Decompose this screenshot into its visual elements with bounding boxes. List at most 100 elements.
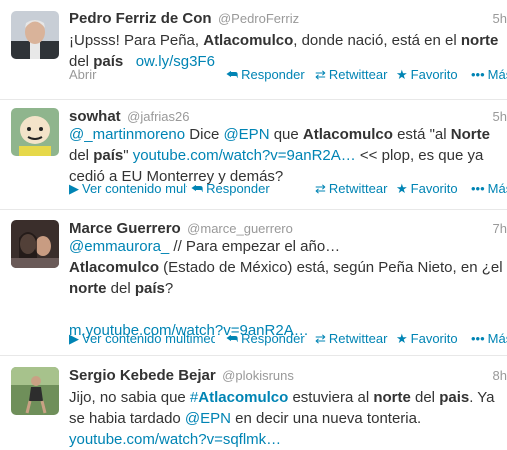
tweet-link[interactable]: youtube.com/watch?v=9anR2A… [133,147,356,164]
retweet-button[interactable]: ⇄ Retwittear [315,331,387,347]
tweet-text-run: Jijo, no sabia que [69,389,190,406]
author-handle[interactable]: @plokisruns [222,368,294,383]
tweet-text-run: Dice [185,126,224,143]
reply-button[interactable]: ⮪ Responder [226,331,305,347]
expand-link[interactable]: Abrir [69,67,96,82]
star-icon: ★ [396,67,408,82]
retweet-label: Retwittear [328,331,388,346]
tweet-timestamp[interactable]: 5h [493,109,507,124]
highlighted-term: Atlacomulco [302,126,393,143]
tweet-text-run: está "al [392,126,451,143]
tweet-item[interactable]: Sergio Kebede Bejar @plokisruns 8h Jijo,… [0,356,507,448]
tweet-timeline: Pedro Ferriz de Con @PedroFerriz 5h ¡Ups… [0,0,507,448]
more-label: Más [487,331,507,346]
tweet-timestamp[interactable]: 5h [493,11,507,26]
reply-label: Responder [241,67,305,82]
tweet-text-run: del [410,389,440,406]
avatar[interactable] [11,11,59,59]
tweet-text-run: ¡Upsss! Para Peña, [69,32,204,49]
tweet-text-run: " [123,147,133,164]
highlighted-term: Atlacomulco [69,259,160,276]
more-icon: ••• [471,181,485,196]
tweet-link[interactable]: @emmaurora_ [69,238,169,255]
tweet-item[interactable]: Marce Guerrero @marce_guerrero 7h @emmau… [0,210,507,356]
retweet-icon: ⇄ [315,67,326,82]
author-handle[interactable]: @PedroFerriz [218,11,299,26]
media-icon: ▶ [69,331,79,346]
more-label: Más [487,181,507,196]
tweet-text-run: ? [164,280,174,297]
tweet-text: @emmaurora_ // Para empezar el año… Atlac… [69,236,507,341]
more-button[interactable]: •••Más [471,67,507,82]
favorite-label: Favorito [410,67,458,82]
tweet-actions: ▶Ver contenido multimedia ⮪Responder ⇄Re… [69,331,507,347]
highlighted-term: norte [373,389,411,406]
reply-button[interactable]: ⮪ Responder [226,67,305,83]
favorite-label: Favorito [410,181,458,196]
favorite-button[interactable]: ★ Favorito [396,181,458,197]
highlighted-term: país [93,147,124,164]
media-icon: ▶ [69,181,79,196]
reply-icon: ⮪ [226,331,239,346]
more-icon: ••• [471,67,485,82]
reply-button[interactable]: ⮪ Responder [191,181,270,197]
avatar[interactable] [11,108,59,156]
retweet-icon: ⇄ [315,181,326,196]
tweet-link[interactable]: # [190,389,198,406]
more-icon: ••• [471,331,485,346]
author-name[interactable]: Pedro Ferriz de Con [69,10,212,27]
highlighted-term: Atlacomulco [203,32,294,49]
author-name[interactable]: Marce Guerrero [69,220,181,237]
more-label: Más [487,67,507,82]
star-icon: ★ [396,331,408,346]
view-media-link[interactable]: ▶Ver contenido multimedia [69,331,215,347]
highlighted-term: Norte [450,126,490,143]
star-icon: ★ [396,181,408,196]
tweet-text: @_martinmoreno Dice @EPN que Atlacomulco… [69,124,507,187]
highlighted-term: norte [460,32,499,49]
favorite-button[interactable]: ★ Favorito [396,331,458,347]
more-button[interactable]: •••Más [471,331,507,346]
view-media-link[interactable]: ▶Ver contenido multimedia [69,181,187,197]
tweet-text-run: // Para empezar el año… [169,238,341,255]
view-media-label: Ver contenido multimedia [82,331,215,346]
tweet-text-run: , donde nació, está en el [293,32,461,49]
author-name[interactable]: sowhat [69,108,121,125]
retweet-icon: ⇄ [315,331,326,346]
tweet-text-run: en decir una nueva tonteria. [231,410,426,427]
tweet-item[interactable]: sowhat @jafrias26 5h @_martinmoreno Dice… [0,100,507,210]
avatar[interactable] [11,367,59,415]
tweet-text-run: que [269,126,303,143]
tweet-text-run: estuviera al [288,389,374,406]
view-media-label: Ver contenido multimedia [82,181,187,196]
tweet-actions: Abrir ⮪ Responder ⇄ Retwittear ★ Favorito •… [69,67,507,83]
tweet-text: ¡Upsss! Para Peña, Atlacomulco, donde na… [69,30,507,72]
highlighted-term: pais [439,389,470,406]
retweet-button[interactable]: ⇄ Retwittear [315,181,387,197]
tweet-actions: ▶Ver contenido multimedia ⮪Responder ⇄Re… [69,181,507,197]
author-name[interactable]: Sergio Kebede Bejar [69,367,216,384]
tweet-timestamp[interactable]: 7h [493,221,507,236]
author-handle[interactable]: @marce_guerrero [187,221,293,236]
avatar[interactable] [11,220,59,268]
tweet-text-run: del [106,280,135,297]
favorite-label: Favorito [410,331,458,346]
hashtag-link[interactable]: Atlacomulco [198,389,288,406]
highlighted-term: país [134,280,165,297]
tweet-link[interactable]: @EPN [223,126,269,143]
highlighted-term: norte [69,280,107,297]
tweet-link[interactable]: @EPN [185,410,231,427]
more-button[interactable]: •••Más [471,181,507,196]
reply-icon: ⮪ [226,67,239,82]
retweet-button[interactable]: ⇄ Retwittear [315,67,387,83]
author-handle[interactable]: @jafrias26 [127,109,189,124]
tweet-item[interactable]: Pedro Ferriz de Con @PedroFerriz 5h ¡Ups… [0,0,507,100]
retweet-label: Retwittear [328,67,388,82]
tweet-text-run: (Estado de México) está, según Peña Niet… [159,259,507,276]
tweet-text: Jijo, no sabia que #Atlacomulco estuvier… [69,387,507,450]
favorite-button[interactable]: ★ Favorito [396,67,458,83]
reply-label: Responder [206,181,270,196]
reply-icon: ⮪ [191,181,204,196]
tweet-link[interactable]: @_martinmoreno [69,126,185,143]
tweet-timestamp[interactable]: 8h [493,368,507,383]
